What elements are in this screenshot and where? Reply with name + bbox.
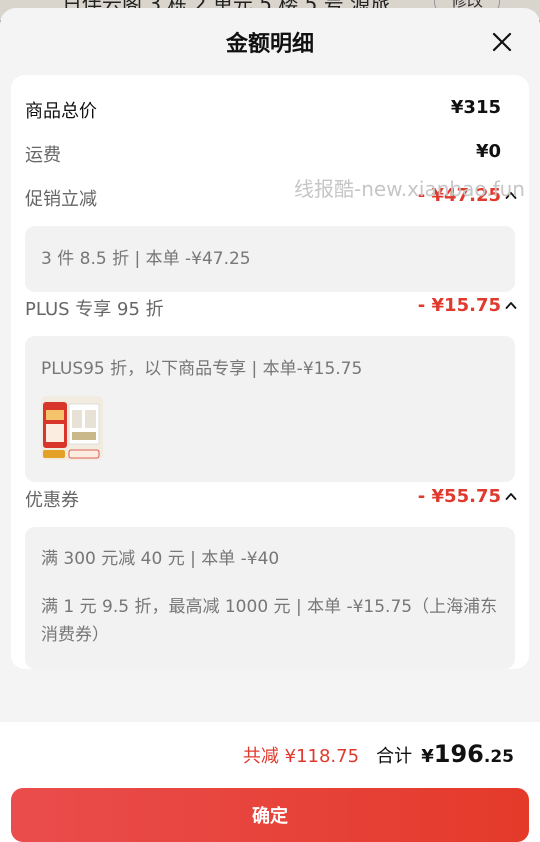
confirm-button[interactable]: 确定 [11, 788, 529, 842]
row-coupon[interactable]: 优惠券 - ¥55.75 [25, 482, 517, 512]
sheet-title: 金额明细 [225, 32, 314, 57]
total-amount-decimal: .25 [483, 747, 514, 767]
close-icon[interactable] [488, 28, 516, 56]
shipping-value: ¥0 [475, 141, 501, 162]
amount-detail-sheet: 金额明细 商品总价 ¥315 运费 ¥0 促销立减 - ¥47.25 3 件 8… [0, 8, 540, 842]
shipping-label: 运费 [25, 145, 61, 166]
sheet-header: 金额明细 [0, 8, 540, 74]
plus-value: - ¥15.75 [417, 295, 501, 316]
product-image-icon [41, 396, 103, 460]
coupon-value: - ¥55.75 [417, 486, 501, 507]
plus-label: PLUS 专享 95 折 [25, 299, 164, 320]
plus-detail-box: PLUS95 折，以下商品专享 | 本单-¥15.75 [25, 336, 515, 482]
footer-bar: 共减 ¥118.75 合计 ¥196.25 确定 [0, 722, 540, 842]
total-label: 合计 [376, 746, 413, 767]
total-savings: 共减 ¥118.75 [242, 746, 360, 767]
goods-total-label: 商品总价 [25, 101, 97, 122]
row-shipping: 运费 ¥0 [25, 137, 515, 167]
watermark-text: 线报酷-new.xianbao.fun [294, 177, 525, 201]
total-summary: 共减 ¥118.75 合计 ¥196.25 [243, 740, 514, 768]
row-plus-discount[interactable]: PLUS 专享 95 折 - ¥15.75 [25, 291, 517, 321]
promo-label: 促销立减 [25, 189, 97, 210]
total-currency: ¥ [421, 746, 434, 767]
coupon-label: 优惠券 [25, 490, 79, 511]
promo-detail-text: 3 件 8.5 折 | 本单 -¥47.25 [41, 249, 251, 269]
coupon-detail-line-2a: 满 1 元 9.5 折，最高减 1000 元 | 本单 -¥15.75（上海浦东 [41, 597, 498, 617]
chevron-up-icon[interactable] [505, 491, 517, 501]
total-amount-integer: 196 [433, 740, 484, 768]
coupon-detail-line-2b: 消费券） [41, 625, 109, 645]
coupon-detail-line-1: 满 300 元减 40 元 | 本单 -¥40 [41, 549, 280, 569]
price-breakdown-card: 商品总价 ¥315 运费 ¥0 促销立减 - ¥47.25 3 件 8.5 折 … [11, 75, 529, 669]
promo-detail-box: 3 件 8.5 折 | 本单 -¥47.25 [25, 226, 515, 292]
goods-total-value: ¥315 [450, 97, 501, 118]
coupon-detail-box: 满 300 元减 40 元 | 本单 -¥40 满 1 元 9.5 折，最高减 … [25, 527, 515, 669]
chevron-up-icon[interactable] [505, 300, 517, 310]
row-goods-total: 商品总价 ¥315 [25, 93, 515, 123]
plus-detail-text: PLUS95 折，以下商品专享 | 本单-¥15.75 [41, 359, 363, 379]
product-thumbnail[interactable] [41, 396, 103, 460]
